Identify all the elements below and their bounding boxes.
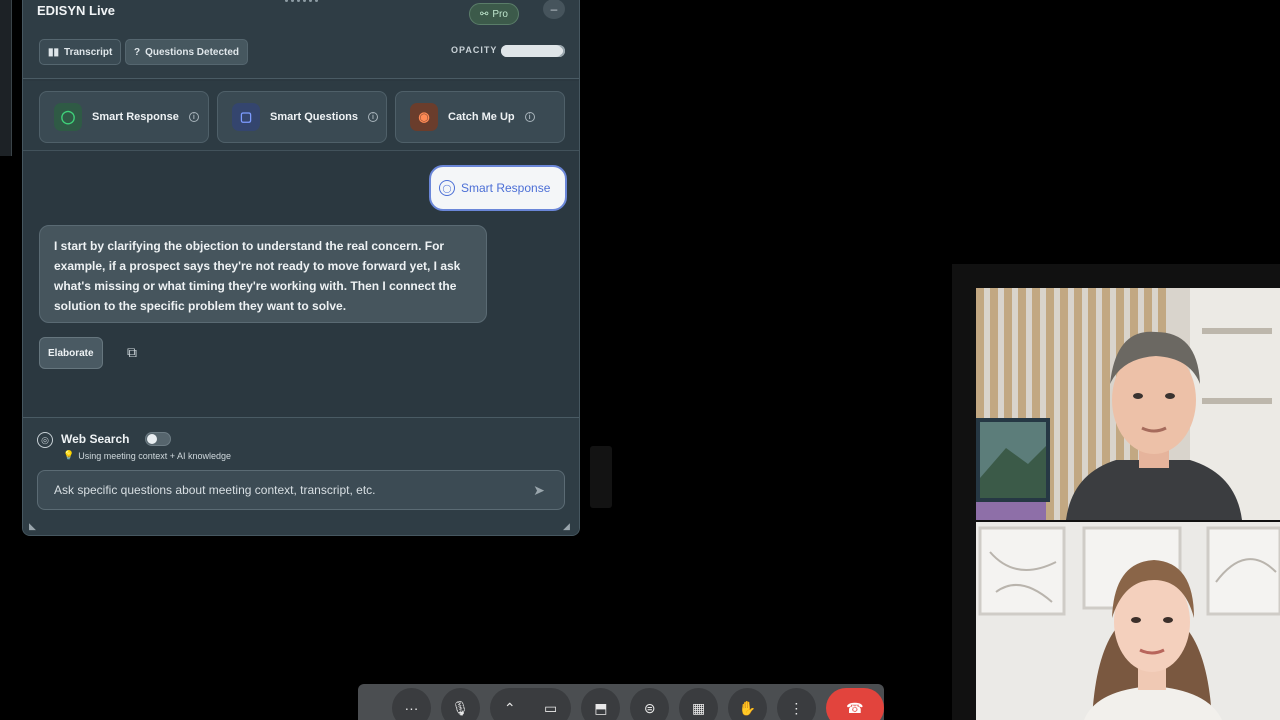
action-label: Smart Questions (270, 111, 359, 123)
camera-button[interactable]: ⌃ ▭ (489, 688, 572, 720)
share-screen-icon: ⬒ (594, 699, 608, 716)
resize-handle-icon[interactable]: ◢ (563, 521, 573, 531)
send-button[interactable]: ➤ (529, 480, 549, 500)
user-message-bubble: ◯ Smart Response (429, 165, 567, 211)
close-button[interactable]: – (543, 0, 565, 19)
layout-icon: ▦ (691, 699, 706, 716)
captions-icon: ⊜ (643, 699, 656, 716)
action-label: Smart Response (92, 111, 179, 123)
opacity-label: OPACITY (451, 45, 498, 55)
compose-area: ◎ Web Search 💡 Using meeting context + A… (23, 417, 579, 535)
copy-button[interactable]: ⧉ (121, 341, 143, 363)
pro-badge[interactable]: ⚯ Pro (469, 3, 519, 25)
question-input[interactable] (37, 470, 565, 510)
hand-icon: ✋ (738, 699, 757, 716)
lightbulb-icon: 💡 (63, 450, 75, 460)
kebab-icon: ⋮ (789, 699, 804, 716)
participant-video-woman[interactable] (976, 522, 1280, 720)
tab-questions-detected[interactable]: ? Questions Detected (125, 39, 249, 65)
microphone-button[interactable]: 🎙 (440, 688, 480, 720)
web-search-label: Web Search (61, 432, 130, 446)
web-search-hint-text: Using meeting context + AI knowledge (78, 450, 232, 461)
send-icon: ➤ (533, 481, 545, 498)
leave-call-button[interactable]: ☎ (825, 688, 885, 720)
tab-label: Questions Detected (145, 46, 240, 58)
captions-button[interactable]: ⊜ (630, 688, 670, 720)
meeting-toolbar: ··· 🎙 ⌃ ▭ ⬒ ⊜ ▦ ✋ ⋮ ☎ (358, 684, 885, 720)
opacity-slider[interactable] (501, 45, 565, 57)
web-search-toggle[interactable] (145, 432, 171, 446)
camera-icon: ▭ (543, 699, 558, 716)
phone-hangup-icon: ☎ (846, 699, 864, 716)
web-search-hint: 💡 Using meeting context + AI knowledge (63, 450, 231, 461)
copy-icon: ⧉ (127, 343, 137, 360)
catch-me-up-button[interactable]: ◉ Catch Me Up i (395, 91, 565, 143)
user-message-text: Smart Response (461, 181, 551, 195)
assistant-reply-bubble: I start by clarifying the objection to u… (39, 225, 487, 323)
quick-actions: ◯ Smart Response i ▢ Smart Questions i ◉… (23, 81, 579, 151)
chat-history[interactable]: ◯ Smart Response I start by clarifying t… (23, 153, 579, 415)
rss-icon: ◉ (410, 103, 438, 131)
question-circle-icon: ? (134, 46, 141, 58)
tab-transcript[interactable]: ▮▮ Transcript (39, 39, 122, 65)
smart-questions-button[interactable]: ▢ Smart Questions i (217, 91, 387, 143)
participant-video-man[interactable] (976, 288, 1280, 520)
resize-handle-icon[interactable]: ◣ (29, 521, 39, 531)
globe-icon: ◎ (37, 432, 53, 448)
drag-handle[interactable] (285, 0, 319, 5)
chevron-up-icon: ⌃ (503, 699, 516, 716)
background-shape (590, 446, 612, 508)
assistant-panel: EDISYN Live ⚯ Pro – ▮▮ Transcript ? Ques… (22, 0, 580, 536)
pro-badge-label: Pro (492, 8, 508, 20)
share-screen-button[interactable]: ⬒ (581, 688, 621, 720)
opacity-slider-fill (501, 45, 562, 57)
speech-bubble-icon: ◯ (54, 103, 82, 131)
background-window-edge (0, 0, 12, 156)
close-icon: – (550, 2, 558, 16)
tab-label: Transcript (64, 46, 113, 58)
participant-videos (952, 264, 1280, 720)
elaborate-button[interactable]: Elaborate (39, 337, 103, 369)
layout-button[interactable]: ▦ (679, 688, 718, 720)
info-icon[interactable]: i (188, 112, 199, 122)
info-icon[interactable]: i (368, 112, 379, 122)
more-options-button[interactable]: ··· (392, 688, 431, 720)
more-options-label: ··· (404, 700, 419, 716)
smart-response-button[interactable]: ◯ Smart Response i (39, 91, 209, 143)
app-title: EDISYN Live (37, 3, 116, 18)
question-bubble-icon: ▢ (232, 103, 260, 131)
bars-icon: ▮▮ (48, 46, 60, 58)
action-label: Catch Me Up (448, 111, 515, 123)
speech-bubble-icon: ◯ (439, 180, 455, 196)
info-icon[interactable]: i (524, 112, 535, 122)
microphone-icon: 🎙 (451, 699, 470, 716)
raise-hand-button[interactable]: ✋ (728, 688, 767, 720)
overflow-menu-button[interactable]: ⋮ (776, 688, 816, 720)
link-icon: ⚯ (480, 8, 489, 20)
panel-header: EDISYN Live ⚯ Pro – ▮▮ Transcript ? Ques… (23, 0, 579, 79)
